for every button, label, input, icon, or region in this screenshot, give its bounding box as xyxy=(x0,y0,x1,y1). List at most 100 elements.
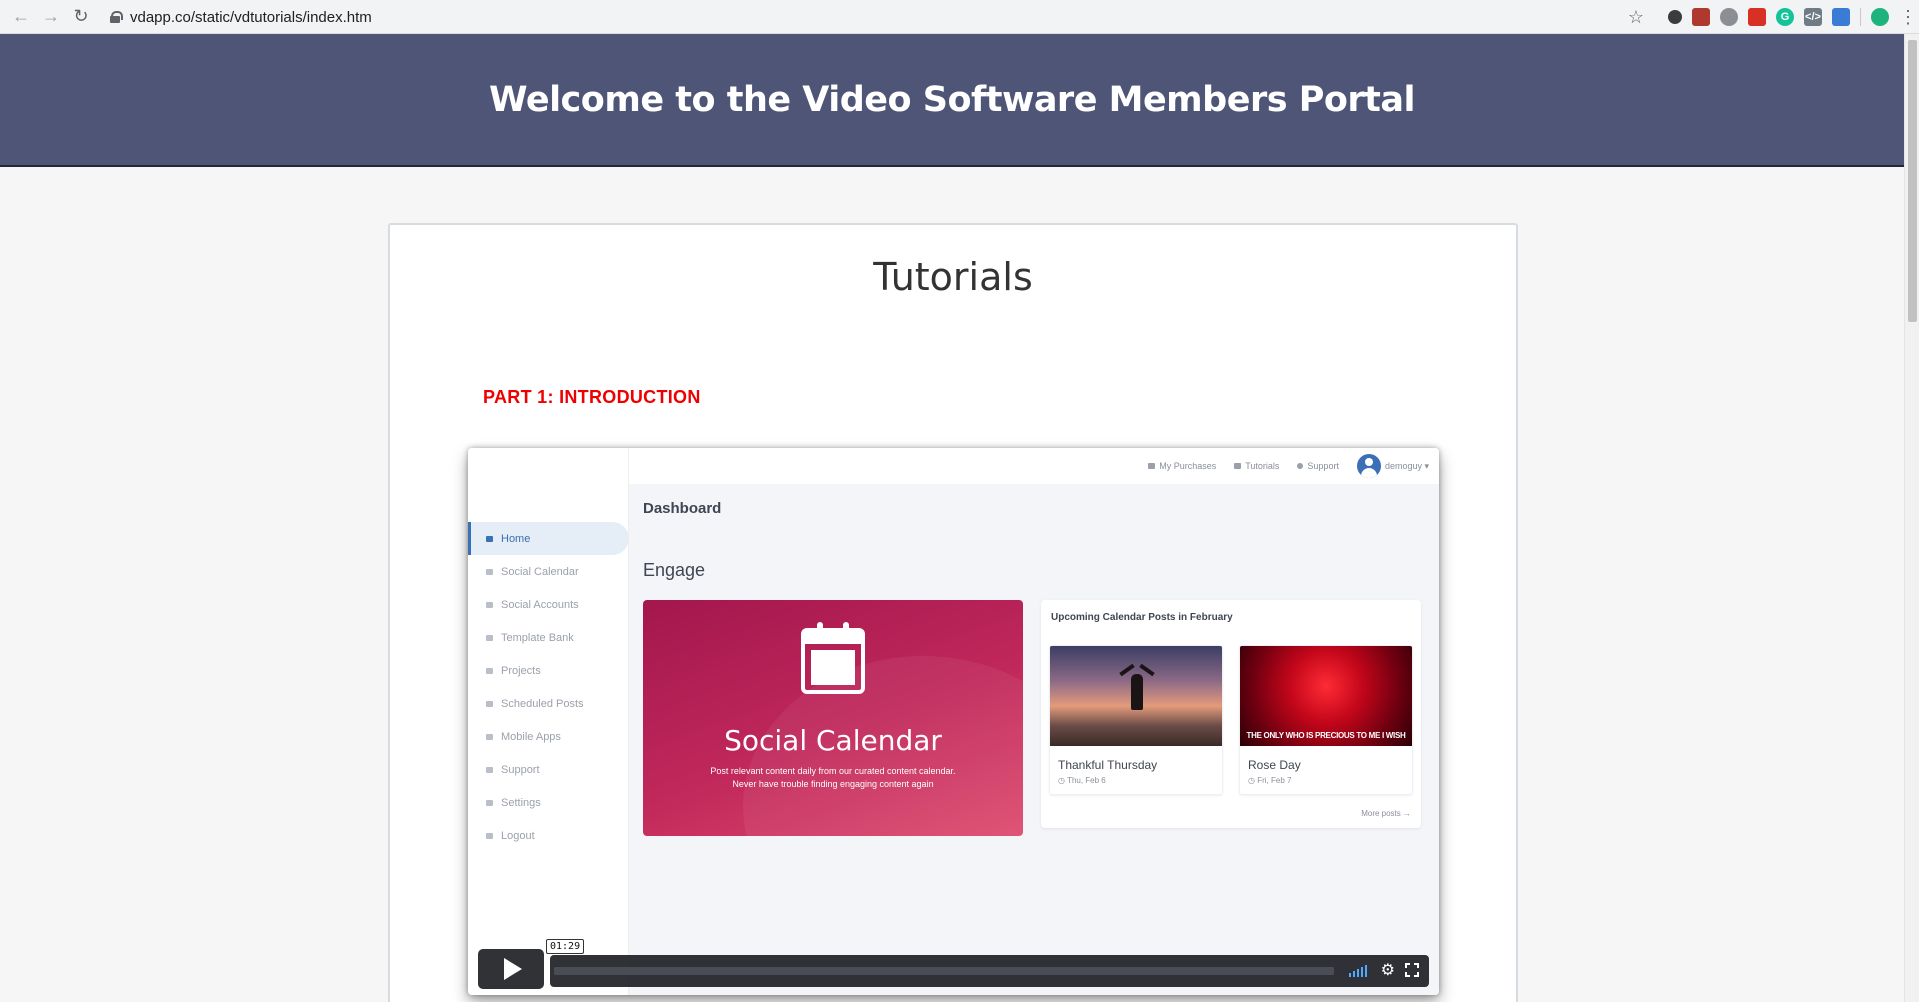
upcoming-posts-card: Upcoming Calendar Posts in February Than… xyxy=(1041,600,1421,828)
page-title: Tutorials xyxy=(873,255,1033,299)
upcoming-post: THE ONLY WHO IS PRECIOUS TO ME I WISH Ro… xyxy=(1239,645,1413,795)
settings-gear-icon[interactable]: ⚙ xyxy=(1381,963,1395,979)
video-nav-template-bank: Template Bank xyxy=(468,621,629,654)
video-nav-social-calendar: Social Calendar xyxy=(468,555,629,588)
pdf-extension-icon[interactable] xyxy=(1692,8,1710,26)
cart-icon xyxy=(1148,463,1156,469)
nav-label: Home xyxy=(501,532,531,545)
upcoming-posts-title: Upcoming Calendar Posts in February xyxy=(1051,612,1233,623)
bookmark-star-icon[interactable]: ☆ xyxy=(1628,7,1644,28)
nav-label: Template Bank xyxy=(501,631,574,644)
video-nav-mobile-apps: Mobile Apps xyxy=(468,720,629,753)
video-icon xyxy=(486,667,493,674)
post-date: ◷ Thu, Feb 6 xyxy=(1058,776,1106,785)
nav-label: Social Accounts xyxy=(501,598,579,611)
fullscreen-icon[interactable] xyxy=(1405,963,1419,977)
video-progress-bar[interactable] xyxy=(554,967,1334,975)
part-heading: PART 1: INTRODUCTION xyxy=(483,387,701,407)
play-icon xyxy=(504,958,522,980)
video-topbar-tutorials: Tutorials xyxy=(1234,461,1279,471)
record-extension-icon[interactable] xyxy=(1748,8,1766,26)
video-player[interactable]: Home Social Calendar Social Accounts Tem… xyxy=(468,448,1439,995)
back-icon[interactable]: ← xyxy=(6,3,36,31)
scrollbar-thumb[interactable] xyxy=(1908,40,1917,322)
tutorials-card: Tutorials PART 1: INTRODUCTION Home Soci… xyxy=(388,223,1518,1002)
gear-icon xyxy=(486,799,493,806)
code-extension-icon[interactable]: </> xyxy=(1804,8,1822,26)
post-image xyxy=(1050,646,1222,746)
video-nav-projects: Projects xyxy=(468,654,629,687)
video-control-bar: ⚙ xyxy=(550,955,1429,987)
nav-label: Scheduled Posts xyxy=(501,697,584,710)
calendar-ring xyxy=(843,622,849,636)
video-app-main: My Purchases Tutorials Support demoguy ▾… xyxy=(629,448,1439,995)
video-topbar-purchases: My Purchases xyxy=(1148,461,1216,471)
extension-icon-1[interactable] xyxy=(1668,10,1682,24)
video-app-sidebar: Home Social Calendar Social Accounts Tem… xyxy=(468,448,629,995)
upcoming-post: Thankful Thursday ◷ Thu, Feb 6 xyxy=(1049,645,1223,795)
post-date-text: Fri, Feb 7 xyxy=(1257,776,1292,785)
volume-icon[interactable] xyxy=(1349,965,1367,977)
post-image: THE ONLY WHO IS PRECIOUS TO ME I WISH xyxy=(1240,646,1412,746)
puzzle-extension-icon[interactable] xyxy=(1832,8,1850,26)
power-icon xyxy=(486,832,493,839)
calendar-icon xyxy=(486,700,493,707)
forward-icon[interactable]: → xyxy=(36,3,66,31)
social-calendar-title: Social Calendar xyxy=(724,724,942,757)
video-topbar-user: demoguy ▾ xyxy=(1356,454,1429,478)
post-name: Thankful Thursday xyxy=(1058,758,1158,772)
url-text[interactable]: vdapp.co/static/vdtutorials/index.htm xyxy=(130,9,372,26)
page-header: Welcome to the Video Software Members Po… xyxy=(0,34,1904,167)
profile-icon[interactable] xyxy=(1871,8,1889,26)
page-scrollbar[interactable] xyxy=(1904,34,1919,1002)
engage-title: Engage xyxy=(643,560,706,580)
mobile-icon xyxy=(486,733,493,740)
play-button[interactable] xyxy=(478,949,544,989)
menu-icon[interactable]: ⋮ xyxy=(1899,7,1917,28)
video-nav-social-accounts: Social Accounts xyxy=(468,588,629,621)
topbar-label: My Purchases xyxy=(1159,461,1217,471)
nav-label: Settings xyxy=(501,796,541,809)
lock-icon xyxy=(110,11,123,23)
video-app-topbar: My Purchases Tutorials Support demoguy ▾ xyxy=(629,448,1439,484)
dashboard-title: Dashboard xyxy=(643,500,722,517)
topbar-label: Tutorials xyxy=(1245,461,1280,471)
help-icon xyxy=(1297,463,1304,469)
avatar xyxy=(1356,454,1381,478)
post-name: Rose Day xyxy=(1248,758,1301,772)
video-nav-logout: Logout xyxy=(468,819,629,852)
username: demoguy ▾ xyxy=(1384,460,1429,471)
post-image-caption: THE ONLY WHO IS PRECIOUS TO ME I WISH xyxy=(1246,731,1406,740)
toolbar-separator xyxy=(1860,8,1861,26)
browser-toolbar: ← → ↻ vdapp.co/static/vdtutorials/index.… xyxy=(0,0,1919,34)
social-calendar-card: Social Calendar Post relevant content da… xyxy=(643,600,1023,836)
reload-icon[interactable]: ↻ xyxy=(66,3,96,31)
address-bar[interactable]: vdapp.co/static/vdtutorials/index.htm xyxy=(110,4,372,30)
video-topbar-support: Support xyxy=(1297,461,1339,471)
user-icon xyxy=(486,601,493,608)
help-icon xyxy=(486,766,493,773)
video-icon xyxy=(1234,463,1242,469)
calendar-icon xyxy=(486,568,493,575)
post-date-text: Thu, Feb 6 xyxy=(1067,776,1106,785)
list-icon xyxy=(486,634,493,641)
home-icon xyxy=(486,535,493,542)
video-nav-home: Home xyxy=(468,522,629,555)
nav-label: Support xyxy=(501,763,540,776)
social-calendar-subtitle: Post relevant content daily from our cur… xyxy=(643,765,1023,791)
subtitle-line: Post relevant content daily from our cur… xyxy=(710,766,956,776)
more-posts-link: More posts → xyxy=(1361,809,1411,818)
calendar-icon xyxy=(801,622,865,694)
nav-label: Projects xyxy=(501,664,541,677)
post-date: ◷ Fri, Feb 7 xyxy=(1248,776,1291,785)
video-nav-scheduled-posts: Scheduled Posts xyxy=(468,687,629,720)
calendar-grid xyxy=(811,650,855,685)
grammarly-icon[interactable]: G xyxy=(1776,8,1794,26)
extension-icon-3[interactable] xyxy=(1720,8,1738,26)
subtitle-line: Never have trouble finding engaging cont… xyxy=(732,779,934,789)
topbar-label: Support xyxy=(1307,461,1339,471)
clock-icon: ◷ xyxy=(1058,776,1068,785)
video-controls: ⚙ 01:29 xyxy=(478,939,1429,989)
video-nav-settings: Settings xyxy=(468,786,629,819)
video-nav-support: Support xyxy=(468,753,629,786)
